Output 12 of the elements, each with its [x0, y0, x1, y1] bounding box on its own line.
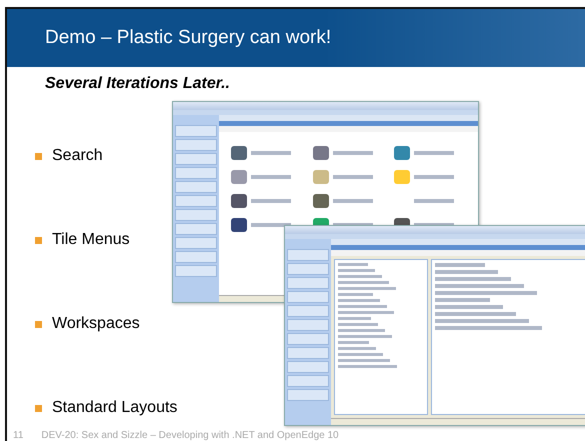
bullet-icon — [35, 320, 42, 328]
slide-subtitle: Several Iterations Later.. — [45, 75, 231, 93]
footer-text: DEV-20: Sex and Sizzle – Developing with .NET and OpenEdge 10 — [41, 430, 339, 441]
slide-title: Demo – Plastic Surgery can work! — [45, 27, 332, 49]
bullet-text: Tile Menus — [52, 231, 130, 249]
bullet-text: Workspaces — [52, 315, 140, 333]
bullet-text: Standard Layouts — [52, 399, 178, 417]
bullet-icon — [35, 152, 42, 160]
page-number: 11 — [13, 430, 24, 441]
bullet-text: Search — [52, 147, 103, 165]
bullet-icon — [35, 236, 42, 244]
bullet-icon — [35, 404, 42, 412]
